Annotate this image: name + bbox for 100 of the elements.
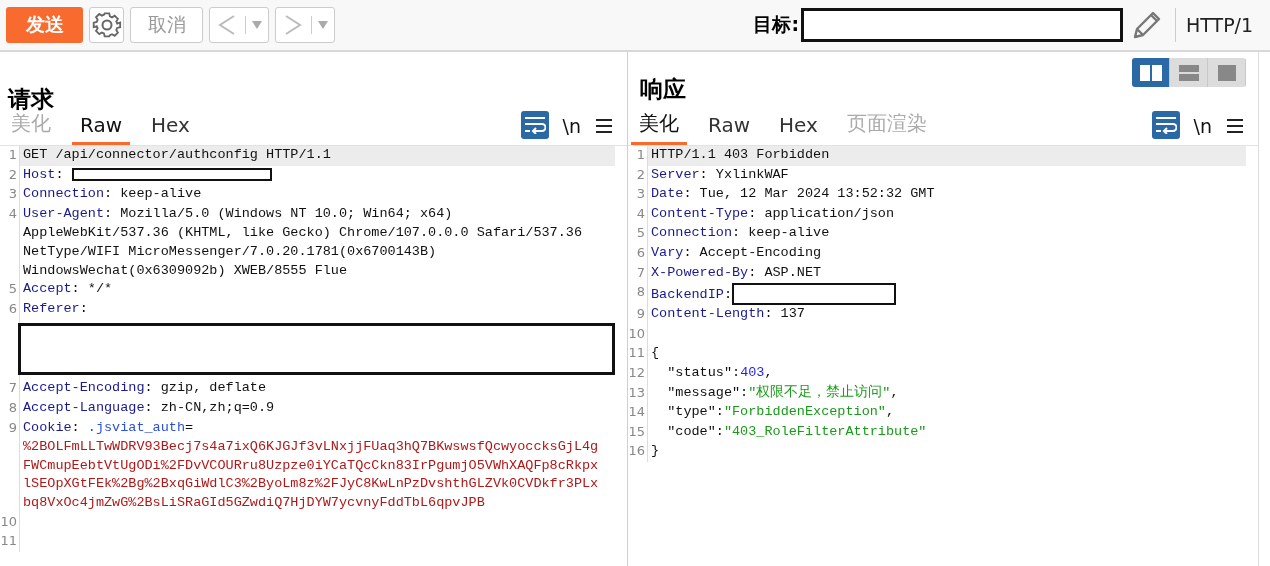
target-field[interactable] — [801, 8, 1123, 42]
newline-toggle[interactable]: \n — [558, 115, 585, 137]
caret-down-icon — [251, 21, 262, 29]
code-text: GET /api/connector/authconfig HTTP/1.1 — [23, 147, 331, 162]
code-text: = — [185, 419, 194, 435]
newline-toggle[interactable]: \n — [1189, 115, 1216, 137]
line-number: 5 — [8, 281, 17, 297]
line-number: 2 — [636, 166, 645, 182]
menu-icon[interactable] — [1226, 118, 1244, 134]
pane-title: 响应 — [640, 75, 686, 104]
settings-icon — [91, 10, 122, 40]
header-name: Server — [651, 166, 700, 182]
protocol-label: HTTP/1 — [1186, 14, 1255, 36]
wrap-toggle[interactable] — [1151, 111, 1180, 139]
view-tab[interactable]: Hex — [143, 113, 198, 145]
code-text: "status": — [666, 364, 741, 380]
code-text: : Accept-Encoding — [683, 244, 822, 260]
code-text: : — [723, 286, 733, 302]
layout-button[interactable] — [1132, 58, 1170, 87]
code-text: WindowsWechat(0x6309092b) XWEB/8555 Flue — [23, 262, 348, 278]
line-number: 1 — [8, 147, 17, 162]
line-number: 12 — [628, 364, 645, 380]
header-name: BackendIP — [651, 286, 724, 302]
line-number: 16 — [628, 443, 645, 459]
line-number: 9 — [8, 419, 17, 435]
code-text: : keep-alive — [732, 225, 830, 241]
rows-icon — [1178, 64, 1199, 81]
header-name: Host — [23, 166, 56, 182]
code-text: : gzip, deflate — [144, 380, 267, 396]
wrap-icon — [523, 116, 546, 134]
header-name: Accept — [23, 281, 72, 297]
code-text: : */* — [71, 281, 113, 297]
line-number: 7 — [636, 264, 645, 280]
columns-icon — [1139, 64, 1162, 81]
single-pane-icon — [1217, 64, 1236, 81]
line-number: 4 — [8, 205, 17, 221]
code-text: : keep-alive — [104, 186, 202, 202]
line-number: 4 — [636, 205, 645, 221]
view-tab[interactable]: Raw — [700, 113, 759, 145]
line-number: 11 — [0, 533, 17, 549]
line-number: 1 — [636, 147, 645, 162]
line-number: 8 — [8, 399, 17, 415]
cookie-value: %2BOLFmLLTwWDRV93Becj7s4a7ixQ6KJGJf3vLNxjjFUaq3hQ7BKwswsfQcwyoccksGjL4g — [23, 439, 599, 455]
line-number: 14 — [628, 404, 645, 420]
line-number: 9 — [636, 306, 645, 322]
wrap-icon — [1154, 116, 1177, 134]
code-text: : ASP.NET — [748, 264, 822, 280]
line-number: 8 — [636, 284, 645, 300]
line-number: 3 — [636, 186, 645, 202]
code-text: , — [890, 384, 899, 400]
line-number: 15 — [628, 423, 645, 439]
code-text: : Tue, 12 Mar 2024 13:52:32 GMT — [683, 186, 935, 202]
code-text: NetType/WIFI MicroMessenger/7.0.20.1781(0x6700143B) — [23, 243, 437, 259]
code-text: "type": — [666, 404, 724, 420]
code-text: "code": — [666, 423, 724, 439]
cookie-value: bq8VxOc4jmZwG%2BsLiSRaGId5GZwdiQ7HjDYW7ycvnyFddTbL6qpvJPB — [23, 494, 485, 510]
header-name: Content-Type — [651, 205, 749, 221]
caret-down-icon — [317, 21, 328, 29]
line-number: 7 — [8, 380, 17, 396]
json-number: 403 — [740, 364, 765, 380]
code-text: : application/json — [748, 205, 895, 221]
menu-icon[interactable] — [595, 118, 613, 134]
settings-button[interactable] — [89, 7, 124, 43]
header-name: User-Agent — [23, 205, 104, 221]
json-string: "ForbiddenException" — [723, 404, 886, 420]
line-number: 2 — [8, 166, 17, 182]
code-text: : — [71, 419, 81, 435]
code-text: AppleWebKit/537.36 (KHTML, like Gecko) Chrome/107.0.0.0 Safari/537.36 — [23, 225, 582, 241]
code-text: } — [651, 443, 660, 459]
line-number: 3 — [8, 186, 17, 202]
cookie-name: .jsviat_auth — [87, 419, 186, 435]
line-number: 6 — [636, 244, 645, 260]
cookie-value: FWCmupEebtVtUgODi%2FDvVCOURru8Uzpze0iYCaTQcCkn83IrPgumjO5VWhXAQFp8cRkpx — [23, 457, 599, 473]
header-name: Vary — [651, 244, 684, 260]
header-name: Connection — [651, 225, 732, 241]
view-tab[interactable]: Hex — [771, 113, 826, 145]
code-text: HTTP/1.1 403 Forbidden — [651, 147, 830, 162]
code-text: : 137 — [764, 306, 805, 322]
cookie-value: lSEOpXGtFEk%2Bg%2BxqGiWdlC3%2ByoLm8z%2FJyC8KwLnPzDvshthGLZVk0CVDkfr3PLx — [23, 476, 599, 492]
header-name: Cookie — [23, 419, 72, 435]
target-label: 目标: — [753, 12, 799, 37]
header-name: X-Powered-By — [651, 264, 749, 280]
header-name: Referer — [23, 300, 80, 316]
header-name: Content-Length — [651, 306, 765, 322]
code-text: { — [651, 345, 660, 361]
line-number: 5 — [636, 225, 645, 241]
header-name: Date — [651, 186, 684, 202]
header-name: Accept-Encoding — [23, 380, 145, 396]
line-number: 6 — [8, 300, 17, 316]
code-text: : zh-CN,zh;q=0.9 — [144, 399, 275, 415]
wrap-toggle[interactable] — [520, 111, 549, 139]
json-string: "权限不足，禁止访问" — [748, 384, 891, 400]
code-text: , — [764, 364, 773, 380]
code-text: : Mozilla/5.0 (Windows NT 10.0; Win64; x64) — [104, 205, 453, 221]
line-number: 10 — [0, 513, 17, 529]
json-string: "403_RoleFilterAttribute" — [723, 423, 927, 439]
header-name: Connection — [23, 186, 104, 202]
line-number: 13 — [628, 384, 645, 400]
code-text: : YxlinkWAF — [699, 166, 789, 182]
line-number: 11 — [628, 345, 645, 361]
